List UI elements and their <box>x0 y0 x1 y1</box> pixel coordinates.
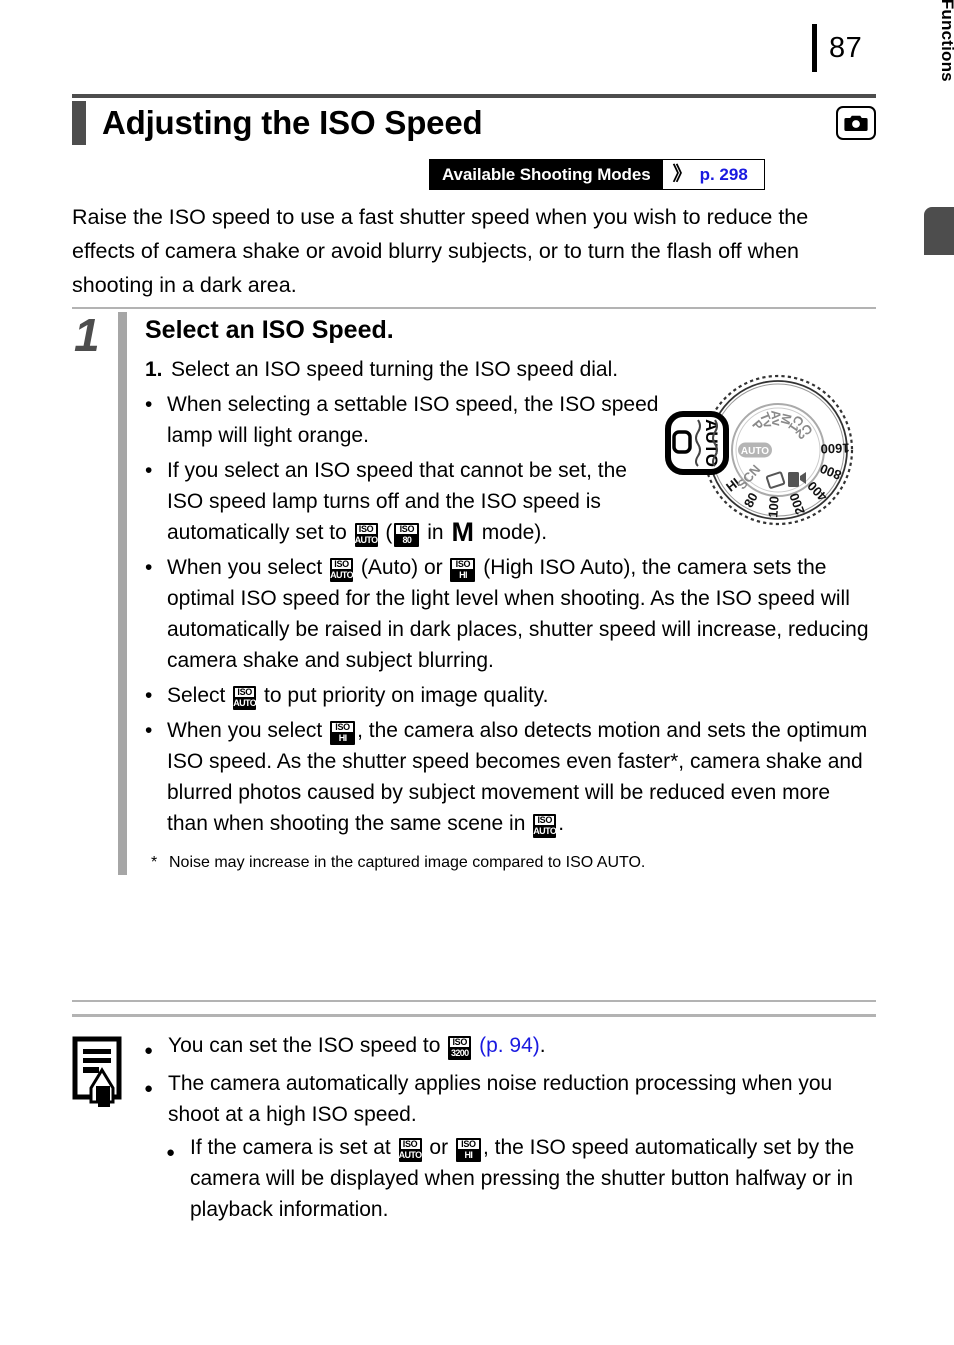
intro-paragraph: Raise the ISO speed to use a fast shutte… <box>72 205 809 297</box>
dial-iso-label: 100 <box>765 496 781 519</box>
bullet-dot: • <box>145 719 153 742</box>
title-accent-bar <box>72 101 86 145</box>
item-text: Select an ISO speed turning the ISO spee… <box>171 358 619 381</box>
iso-auto-icon: ISO AUTO <box>398 1138 422 1162</box>
iso-auto-icon: ISO AUTO <box>233 686 257 710</box>
iso-hi-icon: ISO HI <box>450 558 476 582</box>
note-bullet-dot: ● <box>166 1144 176 1161</box>
page-number: 87 <box>829 31 863 64</box>
note-item: ● The camera automatically applies noise … <box>144 1068 876 1130</box>
iso-3200-icon: ISO 3200 <box>448 1036 472 1060</box>
note-bullet-dot: ● <box>144 1080 154 1097</box>
page-reference-link[interactable]: (p. 94) <box>473 1034 540 1057</box>
dial-iso-label: 1600 <box>820 440 849 456</box>
iso-auto-icon: ISO AUTO <box>533 814 557 838</box>
page-number-group: 87 <box>812 24 862 72</box>
step-bullet-item: • Select ISO AUTO to put priority on image… <box>145 680 876 711</box>
notes-box: ● You can set the ISO speed to ISO 3200 (p… <box>72 1030 876 1227</box>
step-footnote: * Noise may increase in the captured ima… <box>145 851 876 875</box>
dial-callout: AUTO <box>665 411 729 475</box>
modes-badge-link[interactable]: 》 p. 298 <box>662 160 764 189</box>
available-shooting-modes-badge[interactable]: Available Shooting Modes 》 p. 298 <box>429 159 765 190</box>
bullet-dot: • <box>145 393 153 416</box>
page-title: Adjusting the ISO Speed <box>102 104 483 141</box>
note-pencil-icon <box>72 1030 130 1227</box>
section-top-rule <box>72 94 876 98</box>
bullet-text: When you select ISO AUTO (Auto) or ISO HI … <box>167 556 869 672</box>
iso-auto-icon: ISO AUTO <box>330 558 354 582</box>
item-marker: 1. <box>145 358 163 381</box>
notes-top-rule <box>72 1014 876 1017</box>
footnote-marker: * <box>151 854 158 871</box>
bullet-dot: • <box>145 684 153 707</box>
step-accent-bar <box>118 312 127 875</box>
page-title-row: Adjusting the ISO Speed <box>72 101 876 145</box>
step-bottom-rule <box>72 1000 876 1002</box>
footnote-text: Noise may increase in the captured image… <box>169 854 646 871</box>
page-number-bar <box>812 24 817 72</box>
bullet-text: When you select ISO HI, the camera also d… <box>167 719 868 838</box>
modes-page-reference[interactable]: p. 298 <box>700 165 748 185</box>
mode-m-icon: M <box>451 517 474 547</box>
notes-list: ● You can set the ISO speed to ISO 3200 (p… <box>144 1030 876 1227</box>
step-top-rule <box>72 307 876 309</box>
camera-icon <box>836 106 876 140</box>
iso-80-icon: ISO 80 <box>394 523 420 547</box>
chevron-right-icon: 》 <box>672 164 692 185</box>
step-bullet-item: • When you select ISO AUTO (Auto) or ISO HI… <box>145 552 876 676</box>
bullet-text: If you select an ISO speed that cannot b… <box>167 459 627 547</box>
step-number: 1 <box>74 309 100 361</box>
step-title: Select an ISO Speed. <box>145 316 394 344</box>
note-item: ● If the camera is set at ISO AUTO or ISO H… <box>144 1132 876 1225</box>
iso-auto-icon: ISO AUTO <box>354 523 378 547</box>
bullet-dot: • <box>145 556 153 579</box>
iso-hi-icon: ISO HI <box>455 1138 481 1162</box>
bullet-text: Select ISO AUTO to put priority on image … <box>167 684 549 710</box>
side-tab-label: Commonly Used Shooting Functions <box>929 0 954 255</box>
dial-inner-auto-label: AUTO <box>741 446 769 457</box>
note-text: The camera automatically applies noise r… <box>168 1072 833 1126</box>
note-text: You can set the ISO speed to ISO 3200 (p.… <box>168 1034 546 1060</box>
note-bullet-dot: ● <box>144 1042 154 1059</box>
note-text: If the camera is set at ISO AUTO or ISO HI… <box>190 1136 855 1221</box>
step-bullet-item: • When you select ISO HI, the camera also … <box>145 715 876 839</box>
bullet-dot: • <box>145 459 153 482</box>
modes-badge-label: Available Shooting Modes <box>430 160 663 189</box>
note-item: ● You can set the ISO speed to ISO 3200 (p… <box>144 1030 876 1066</box>
bullet-text: When selecting a settable ISO speed, the… <box>167 393 659 447</box>
iso-hi-icon: ISO HI <box>330 721 356 745</box>
dial-callout-label: AUTO <box>702 419 721 467</box>
iso-speed-dial-illustration: HI 80 100 200 400 800 1600 P Tv Av M C1 C2 AUTO SCN… <box>660 358 880 558</box>
